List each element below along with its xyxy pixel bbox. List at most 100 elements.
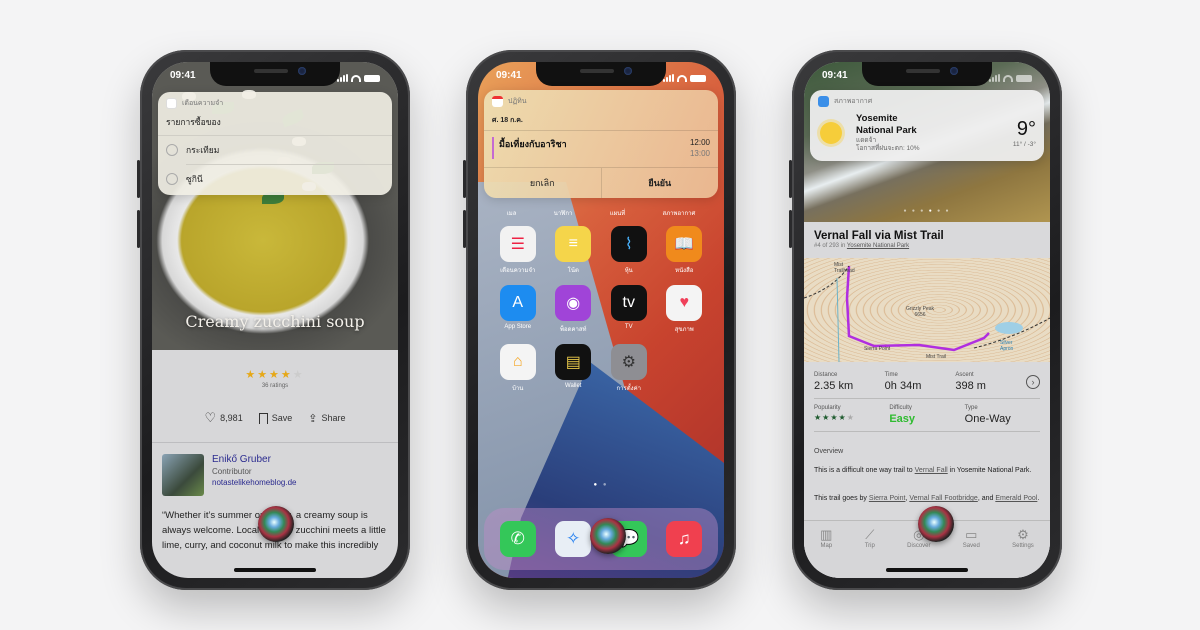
tab-label: Settings (1012, 543, 1034, 549)
calendar-widget[interactable]: ปฏิทิน ศ. 18 ก.ค. มื้อเที่ยงกับอาริชา 12… (484, 90, 718, 198)
tab-label: Saved (962, 543, 980, 549)
checkbox-circle[interactable] (166, 144, 178, 156)
app-tv[interactable]: tv TV (601, 285, 657, 334)
app-label: หุ้น (624, 268, 633, 274)
recipe-actions: ♡ 8,981 Save ⇪ Share (152, 410, 398, 426)
page-indicator[interactable]: ● ● (478, 482, 724, 488)
siri-orb-icon[interactable] (918, 506, 954, 542)
map-label: Grizzly Peak 6656 (905, 306, 935, 318)
home-indicator[interactable] (886, 568, 968, 572)
checkbox-circle[interactable] (166, 173, 178, 185)
app-store-icon: A (499, 285, 536, 321)
emerald-pool-link[interactable]: Emerald Pool (995, 495, 1037, 502)
confirm-button[interactable]: ยืนยัน (600, 168, 719, 198)
reminders-widget[interactable]: เตือนความจำ รายการซื้อของ กระเทียม ซูกิน… (158, 92, 392, 195)
app-app-store[interactable]: A App Store (490, 285, 546, 334)
save-button[interactable]: Save (258, 412, 292, 424)
list-title: รายการซื้อของ (158, 113, 392, 136)
status-time: 09:41 (170, 70, 196, 81)
siri-orb-icon[interactable] (258, 506, 294, 542)
health-icon: ♥ (666, 285, 703, 321)
like-button[interactable]: ♡ 8,981 (205, 410, 243, 426)
status-time: 09:41 (822, 70, 848, 81)
app-label: Wallet (565, 383, 582, 389)
wifi-icon (1003, 74, 1013, 82)
app-label-weather[interactable]: สภาพอากาศ (663, 208, 696, 218)
author-link[interactable]: notastelikehomeblog.de (212, 478, 297, 487)
app-label: App Store (504, 324, 532, 330)
current-temp: 9° (1016, 118, 1036, 140)
recipe-title: Creamy zucchini soup (185, 312, 365, 331)
calendar-event[interactable]: มื้อเที่ยงกับอาริชา 12:00 13:00 (484, 130, 718, 167)
time-value: 0h 34m (884, 380, 922, 392)
app-health[interactable]: ♥ สุขภาพ (657, 285, 713, 334)
screen: 09:41 Creamy zucchini soup เตือนความจำ ร… (152, 62, 398, 578)
trail-map[interactable]: Mist Trailhead Grizzly Peak 6656 Sierra … (804, 258, 1050, 362)
siri-orb-icon[interactable] (590, 518, 626, 554)
widget-app-name: ปฏิทิน (508, 98, 527, 105)
phone-home-screen: 09:41 เมล นาฬิกา แผนที่ สภาพอากาศ ☰ เตือน… (463, 50, 736, 590)
tab-map[interactable]: ▥ Map (820, 527, 832, 578)
app-label: TV (624, 324, 633, 330)
home-icon: ⌂ (499, 344, 536, 380)
share-icon: ⇪ (308, 412, 318, 425)
app-notes[interactable]: ≡ โน้ต (546, 226, 602, 275)
tab-label: Trip (864, 543, 875, 549)
saved-icon: ▭ (965, 527, 978, 542)
phone-trail-app: ● ● ● ● ● ● 09:41 สภาพอากาศ Yosemite Nat… (789, 50, 1062, 590)
map-label: Silver Apron (1000, 340, 1014, 352)
settings-icon: ⚙ (610, 344, 647, 380)
app-label: โน้ต (567, 268, 579, 274)
app-label: สุขภาพ (674, 327, 694, 333)
app-reminders[interactable]: ☰ เตือนความจำ (490, 226, 546, 275)
app-settings[interactable]: ⚙ การตั้งค่า (601, 344, 657, 393)
cancel-button[interactable]: ยกเลิก (484, 168, 601, 198)
weather-condition: แดดจ้า (856, 137, 877, 144)
tab-settings[interactable]: ⚙ Settings (1012, 527, 1034, 578)
photo-page-dots[interactable]: ● ● ● ● ● ● (804, 208, 1050, 214)
widget-app-name: เตือนความจำ (182, 100, 224, 107)
event-start: 12:00 (689, 138, 710, 147)
battery-icon (690, 74, 706, 82)
weather-widget[interactable]: สภาพอากาศ Yosemite National Park แดดจ้า … (810, 90, 1044, 161)
notch (862, 62, 992, 86)
stocks-icon: ⌇ (610, 226, 647, 262)
event-end: 13:00 (689, 149, 710, 158)
vernal-fall-link[interactable]: Vernal Fall (915, 467, 948, 474)
footbridge-link[interactable]: Vernal Fall Footbridge (909, 495, 977, 502)
app-label-mail[interactable]: เมล (507, 208, 517, 218)
trail-rank: #4 of 293 in Yosemite National Park (814, 243, 910, 249)
popularity-stars: ★★★★★ (814, 413, 855, 422)
notch (536, 62, 666, 86)
app-podcasts[interactable]: ◉ พ็อดคาสท์ (546, 285, 602, 334)
app-wallet[interactable]: ▤ Wallet (546, 344, 602, 393)
trail-stats: Distance 2.35 km Time 0h 34m Ascent 398 m ›… (814, 370, 1041, 432)
temp-range: 11° / -3° (1012, 141, 1036, 148)
type-value: One-Way (964, 413, 1011, 425)
author-name[interactable]: Enikő Gruber (212, 454, 297, 465)
tab-trip[interactable]: ⟋ Trip (865, 527, 875, 578)
reminder-item[interactable]: กระเทียม (158, 136, 392, 164)
safari-icon[interactable]: ✧ (555, 521, 592, 557)
app-label: หนังสือ (675, 268, 694, 274)
weather-app-icon (818, 96, 829, 107)
battery-icon (1016, 74, 1032, 82)
wifi-icon (677, 74, 687, 82)
app-stocks[interactable]: ⌇ หุ้น (601, 226, 657, 275)
tab-label: Discover (907, 543, 931, 549)
app-books[interactable]: 📖 หนังสือ (657, 226, 713, 275)
app-label-clock[interactable]: นาฬิกา (554, 208, 573, 218)
heart-icon: ♡ (204, 410, 217, 425)
reminder-item[interactable]: ซูกินี (158, 165, 392, 195)
chevron-right-icon[interactable]: › (1026, 375, 1041, 389)
rating: ★★★★★ 36 ratings (152, 368, 398, 389)
home-indicator[interactable] (234, 568, 316, 572)
park-link[interactable]: Yosemite National Park (847, 243, 909, 249)
app-label-maps[interactable]: แผนที่ (610, 208, 625, 218)
music-icon[interactable]: ♫ (666, 521, 703, 557)
phone-icon[interactable]: ✆ (499, 521, 536, 557)
share-button[interactable]: ⇪ Share (308, 412, 345, 425)
author-role: Contributor (212, 467, 252, 476)
sierra-point-link[interactable]: Sierra Point (869, 495, 906, 502)
app-home[interactable]: ⌂ บ้าน (490, 344, 546, 393)
